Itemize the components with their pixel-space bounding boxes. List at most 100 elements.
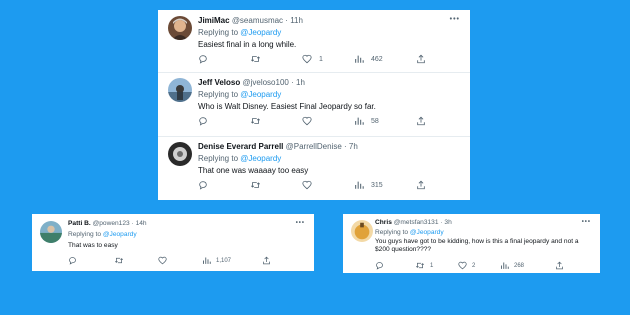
- retweet-button[interactable]: [250, 54, 261, 64]
- tweet-actions: 315: [198, 180, 460, 192]
- avatar[interactable]: [351, 220, 373, 242]
- replying-to-line: Replying to @Jeopardy: [198, 91, 281, 99]
- mention-link[interactable]: @Jeopardy: [240, 90, 281, 99]
- separator-dot: ·: [440, 219, 443, 226]
- views-button[interactable]: 58: [354, 116, 379, 126]
- tweet-text: That was to easy: [68, 242, 118, 249]
- views-count: 58: [371, 117, 379, 125]
- like-icon: [158, 256, 167, 265]
- tweet-text: Easiest final in a long while.: [198, 40, 297, 49]
- share-button[interactable]: [262, 256, 271, 265]
- avatar[interactable]: [168, 78, 192, 102]
- main-reply-thread-card: JimiMac @seamusmac · 11h ••• Replying to…: [158, 10, 470, 200]
- retweet-count: 1: [430, 262, 434, 269]
- user-handle[interactable]: @ParrellDenise: [286, 142, 342, 151]
- reply-button[interactable]: [68, 256, 77, 265]
- avatar[interactable]: [40, 221, 62, 243]
- retweet-icon: [114, 257, 124, 264]
- tweet-actions: 1 462: [198, 54, 460, 66]
- display-name[interactable]: Patti B.: [68, 220, 91, 227]
- like-icon: [302, 54, 312, 64]
- retweet-button[interactable]: 1: [415, 261, 433, 270]
- user-handle[interactable]: @seamusmac: [232, 16, 283, 25]
- timestamp[interactable]: 14h: [136, 220, 147, 227]
- reply-icon: [376, 262, 383, 270]
- retweet-button[interactable]: [250, 116, 261, 126]
- display-name[interactable]: Jeff Veloso: [198, 78, 240, 87]
- mention-link[interactable]: @Jeopardy: [240, 154, 281, 163]
- reply-button[interactable]: [375, 261, 384, 270]
- user-handle[interactable]: @powen123: [93, 220, 130, 227]
- views-button[interactable]: 315: [354, 180, 383, 190]
- share-button[interactable]: [416, 116, 426, 126]
- retweet-button[interactable]: [250, 180, 261, 190]
- mention-link[interactable]: @Jeopardy: [103, 231, 137, 238]
- like-button[interactable]: 1: [302, 54, 323, 64]
- timestamp[interactable]: 11h: [290, 16, 303, 25]
- like-button[interactable]: 2: [458, 261, 475, 270]
- views-button[interactable]: 1,107: [202, 256, 231, 265]
- avatar[interactable]: [168, 16, 192, 40]
- tweet-actions: 1 2 268: [375, 261, 595, 271]
- tweet-header: JimiMac @seamusmac · 11h: [198, 17, 303, 25]
- tweet-header: Denise Everard Parrell @ParrellDenise · …: [198, 143, 358, 151]
- views-button[interactable]: 462: [354, 54, 383, 64]
- timestamp[interactable]: 1h: [296, 78, 305, 87]
- separator-dot: ·: [291, 78, 294, 87]
- like-button[interactable]: [302, 116, 312, 126]
- more-icon[interactable]: •••: [450, 16, 460, 23]
- reply-button[interactable]: [198, 180, 208, 190]
- views-count: 315: [371, 181, 383, 189]
- views-icon: [203, 257, 211, 264]
- reply-button[interactable]: [198, 54, 208, 64]
- tweet-denise-parrell[interactable]: Denise Everard Parrell @ParrellDenise · …: [158, 137, 470, 200]
- like-count: 1: [319, 55, 323, 63]
- more-icon[interactable]: •••: [296, 220, 305, 226]
- reply-button[interactable]: [198, 116, 208, 126]
- tweet-jimimac[interactable]: JimiMac @seamusmac · 11h ••• Replying to…: [158, 10, 470, 72]
- display-name[interactable]: Denise Everard Parrell: [198, 142, 283, 151]
- display-name[interactable]: Chris: [375, 219, 392, 226]
- share-icon: [417, 54, 425, 64]
- like-icon: [302, 116, 312, 126]
- tweet-text: Who is Walt Disney. Easiest Final Jeopar…: [198, 102, 376, 111]
- tweet-patti-card[interactable]: Patti B. @powen123 · 14h ••• Replying to…: [32, 214, 314, 271]
- user-handle[interactable]: @jveloso100: [242, 78, 288, 87]
- user-handle[interactable]: @metsfan3131: [394, 219, 439, 226]
- timestamp[interactable]: 3h: [444, 219, 451, 226]
- separator-dot: ·: [344, 142, 347, 151]
- retweet-button[interactable]: [114, 256, 124, 265]
- timestamp[interactable]: 7h: [349, 142, 358, 151]
- views-button[interactable]: 268: [500, 261, 524, 270]
- share-button[interactable]: [555, 261, 564, 270]
- mention-link[interactable]: @Jeopardy: [410, 229, 444, 236]
- replying-to-line: Replying to @Jeopardy: [198, 29, 281, 37]
- replying-to-label: Replying to: [198, 28, 241, 37]
- views-icon: [501, 262, 509, 269]
- retweet-icon: [415, 262, 425, 269]
- retweet-icon: [251, 182, 260, 188]
- tweet-chris-card[interactable]: Chris @metsfan3131 · 3h ••• Replying to …: [343, 214, 600, 273]
- display-name[interactable]: JimiMac: [198, 16, 230, 25]
- views-count: 1,107: [216, 257, 232, 264]
- reply-icon: [199, 55, 207, 64]
- views-icon: [355, 181, 364, 189]
- views-icon: [355, 117, 364, 125]
- avatar[interactable]: [168, 142, 192, 166]
- share-button[interactable]: [416, 54, 426, 64]
- replying-to-line: Replying to @Jeopardy: [375, 229, 444, 237]
- tweet-jeff-veloso[interactable]: Jeff Veloso @jveloso100 · 1h Replying to…: [158, 73, 470, 136]
- like-icon: [458, 261, 467, 270]
- separator-dot: ·: [285, 16, 288, 25]
- mention-link[interactable]: @Jeopardy: [240, 28, 281, 37]
- reply-icon: [199, 117, 207, 126]
- share-icon: [417, 180, 425, 190]
- like-button[interactable]: [158, 256, 167, 265]
- tweet-actions: 58: [198, 116, 460, 128]
- more-icon[interactable]: •••: [582, 219, 591, 225]
- tweet-actions: 1,107: [68, 256, 308, 266]
- like-button[interactable]: [302, 180, 312, 190]
- tweet-text: That one was waaaay too easy: [198, 166, 309, 175]
- share-button[interactable]: [416, 180, 426, 190]
- replying-to-label: Replying to: [198, 90, 241, 99]
